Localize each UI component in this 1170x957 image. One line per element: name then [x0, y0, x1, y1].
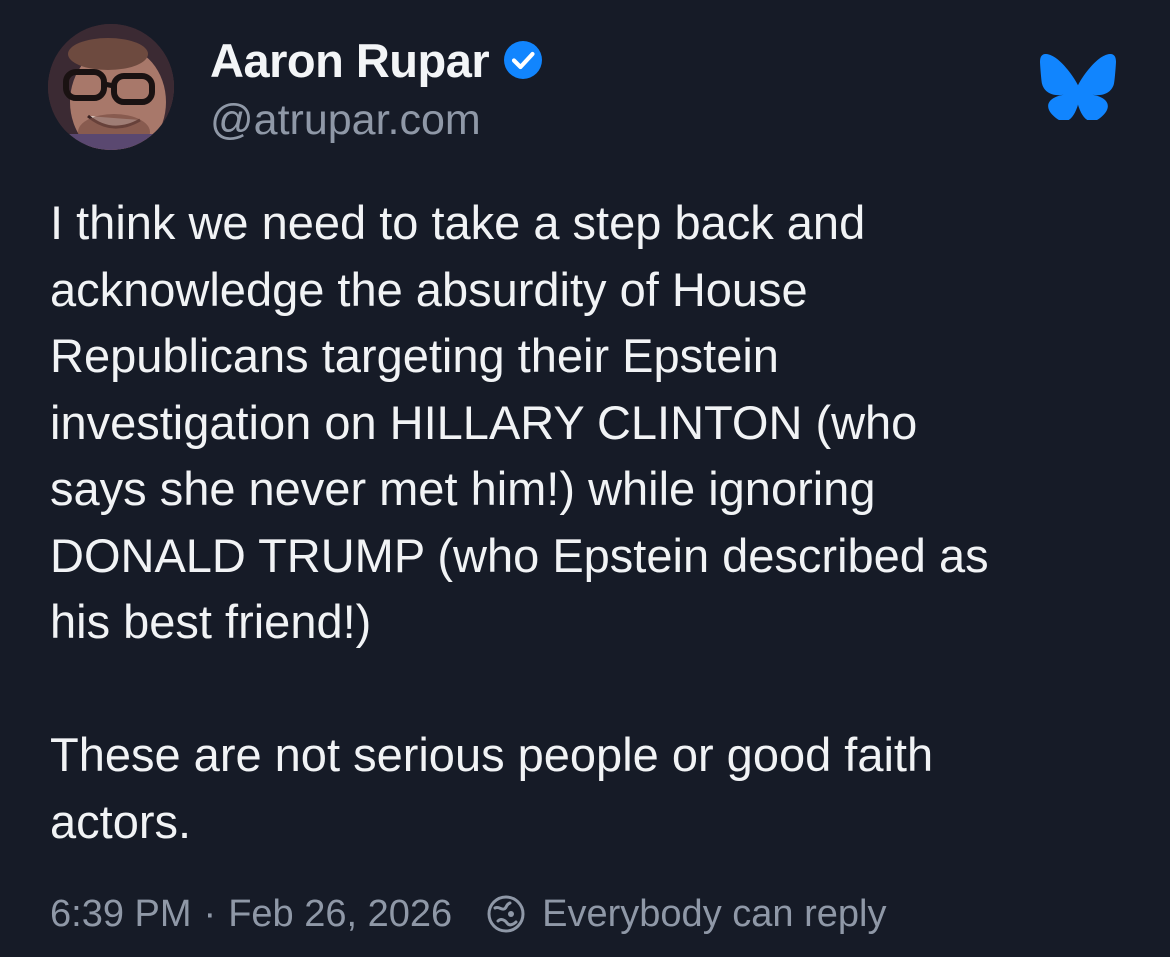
globe-icon — [486, 894, 526, 934]
reply-setting[interactable]: Everybody can reply — [542, 893, 886, 936]
post-card: Aaron Rupar @atrupar.com I think we need… — [0, 0, 1170, 957]
avatar[interactable] — [48, 24, 174, 150]
meta-separator: · — [203, 892, 217, 935]
post-text-line: acknowledge the absurdity of House — [50, 262, 808, 316]
post-date[interactable]: Feb 26, 2026 — [228, 893, 452, 936]
verified-check-icon[interactable] — [503, 40, 543, 80]
bluesky-butterfly-icon — [1040, 54, 1116, 120]
author-name-row: Aaron Rupar — [210, 32, 543, 88]
post-text-line: DONALD TRUMP (who Epstein described as — [50, 528, 989, 582]
post-text-line: I think we need to take a step back and — [50, 196, 866, 249]
post-text-line: Republicans targeting their Epstein — [50, 329, 779, 382]
avatar-photo — [48, 24, 174, 150]
post-meta: 6:39 PM · Feb 26, 2026 Everybody can rep… — [50, 886, 886, 942]
post-text: I think we need to take a step back and … — [50, 190, 1130, 855]
post-time[interactable]: 6:39 PM — [50, 893, 192, 936]
post-text-line: actors. — [50, 794, 192, 848]
author-handle[interactable]: @atrupar.com — [210, 96, 481, 145]
post-text-line: says she never met him!) while ignoring — [50, 462, 876, 515]
post-text-line: These are not serious people or good fai… — [50, 728, 934, 781]
post-text-line: investigation on HILLARY CLINTON (who — [50, 395, 918, 449]
post-text-line: his best friend!) — [50, 595, 372, 648]
author-display-name[interactable]: Aaron Rupar — [210, 33, 490, 88]
